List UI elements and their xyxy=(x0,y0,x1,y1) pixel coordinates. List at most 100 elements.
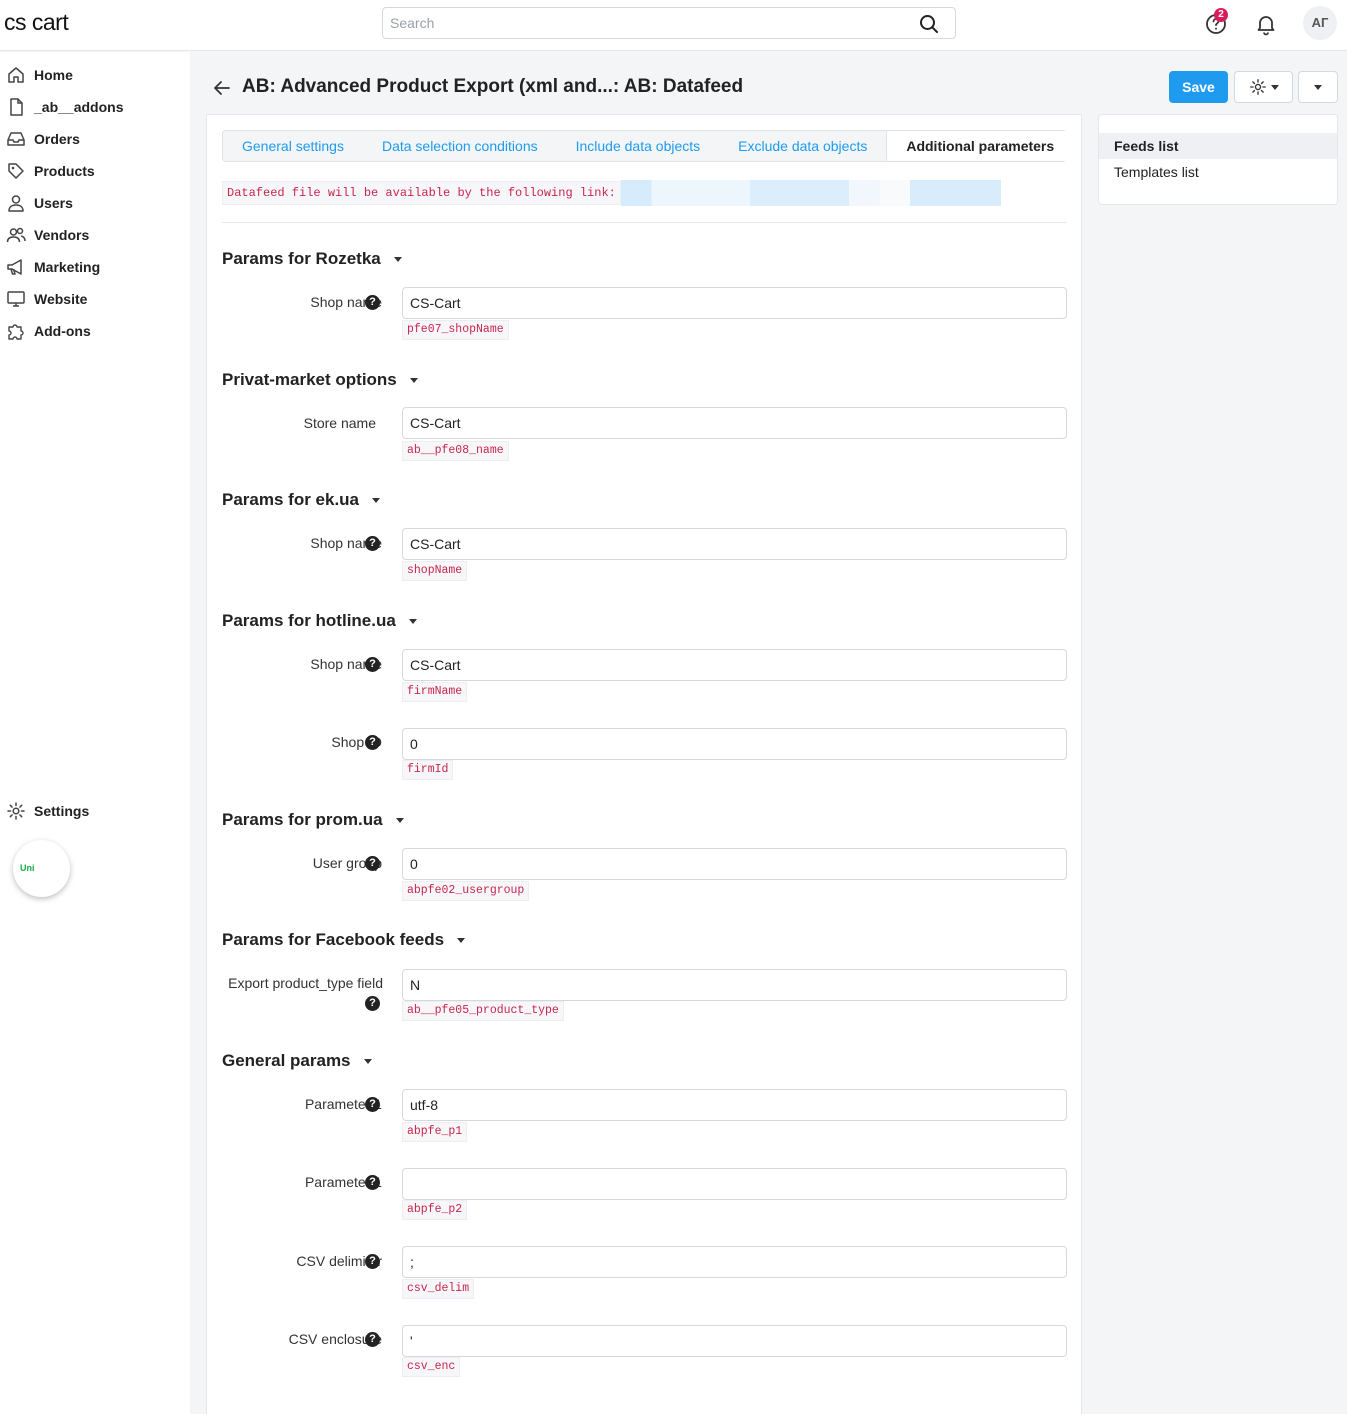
chevron-down-icon xyxy=(363,1058,372,1064)
sidebar-item-label: _ab__addons xyxy=(34,99,124,115)
save-button[interactable]: Save xyxy=(1169,71,1228,103)
notification-badge: 2 xyxy=(1214,8,1228,22)
templates-list-link[interactable]: Templates list xyxy=(1099,159,1337,185)
section-title: Params for hotline.ua xyxy=(222,611,396,630)
facebook-product-type-input[interactable] xyxy=(402,969,1067,1001)
chevron-down-icon xyxy=(372,497,381,503)
field-label: Store name xyxy=(303,415,376,431)
users-icon xyxy=(6,227,26,243)
section-header-prom-ua[interactable]: Params for prom.ua xyxy=(222,810,404,830)
help-icon[interactable]: ? xyxy=(365,856,380,871)
section-header-general-params[interactable]: General params xyxy=(222,1051,372,1071)
search-box[interactable] xyxy=(382,7,956,39)
section-header-facebook-feeds[interactable]: Params for Facebook feeds xyxy=(222,930,466,950)
hotline-shop-name-input[interactable] xyxy=(402,649,1067,681)
chevron-down-icon xyxy=(395,817,404,823)
sidebar-item-products[interactable]: Products xyxy=(6,159,95,183)
help-icon[interactable]: ? xyxy=(365,536,380,551)
help-icon[interactable]: ? xyxy=(365,1332,380,1347)
help-icon[interactable]: ? xyxy=(365,1175,380,1190)
param-key-tag: csv_delim xyxy=(402,1279,475,1299)
section-header-rozetka[interactable]: Params for Rozetka xyxy=(222,249,402,269)
top-bar: cs cart 2 АГ xyxy=(0,0,1347,51)
main-panel: General settings Data selection conditio… xyxy=(206,114,1082,1414)
monitor-icon xyxy=(7,291,25,307)
section-header-privat-market[interactable]: Privat-market options xyxy=(222,370,418,390)
chevron-down-icon xyxy=(457,937,466,943)
field-label: Shop ID xyxy=(331,734,382,750)
help-icon[interactable]: ? xyxy=(365,735,380,750)
tabs-bar: General settings Data selection conditio… xyxy=(222,130,1074,162)
sidebar-item-label: Vendors xyxy=(34,227,90,243)
sidebar-item-add-ons[interactable]: Add-ons xyxy=(6,319,91,343)
sidebar-item-label: Add-ons xyxy=(34,323,91,339)
sidebar-item-ab-addons[interactable]: _ab__addons xyxy=(6,95,123,119)
param-key-tag: abpfe02_usergroup xyxy=(402,881,530,901)
param-key-tag: firmName xyxy=(402,682,468,702)
sidebar-item-label: Products xyxy=(34,163,95,179)
settings-dropdown-button[interactable] xyxy=(1234,71,1293,103)
section-header-hotline-ua[interactable]: Params for hotline.ua xyxy=(222,611,417,631)
rozetka-shop-name-input[interactable] xyxy=(402,287,1067,319)
sidebar-item-label: Marketing xyxy=(34,259,101,275)
sidebar-item-users[interactable]: Users xyxy=(6,191,73,215)
ekua-shop-name-input[interactable] xyxy=(402,528,1067,560)
sidebar-item-orders[interactable]: Orders xyxy=(6,127,80,151)
section-title: Params for Facebook feeds xyxy=(222,930,445,949)
chevron-down-icon xyxy=(1314,84,1322,90)
chevron-down-icon xyxy=(1270,84,1279,90)
back-arrow-icon[interactable] xyxy=(212,78,232,98)
sidebar-item-settings[interactable]: Settings xyxy=(6,799,89,823)
hotline-shop-id-input[interactable] xyxy=(402,728,1067,760)
sidebar-item-website[interactable]: Website xyxy=(6,287,87,311)
tag-icon xyxy=(8,163,24,179)
parameter-1-input[interactable] xyxy=(402,1089,1067,1121)
param-key-tag: ab__pfe08_name xyxy=(402,441,509,461)
sidebar-item-label: Orders xyxy=(34,131,80,147)
tab-additional-parameters[interactable]: Additional parameters xyxy=(886,131,1074,161)
chevron-down-icon xyxy=(408,618,417,624)
chevron-down-icon xyxy=(409,377,418,383)
sidebar-item-vendors[interactable]: Vendors xyxy=(6,223,89,247)
field-label: User group xyxy=(312,855,382,871)
help-icon[interactable]: ? xyxy=(365,657,380,672)
param-key-tag: pfe07_shopName xyxy=(402,320,509,340)
privat-store-name-input[interactable] xyxy=(402,407,1067,439)
uni-widget-button[interactable]: Uni xyxy=(13,840,70,897)
section-title: Params for ek.ua xyxy=(222,490,360,509)
tab-general-settings[interactable]: General settings xyxy=(223,131,363,161)
divider xyxy=(222,222,1067,223)
help-icon[interactable]: ? xyxy=(365,1097,380,1112)
datafeed-link-text: Datafeed file will be available by the f… xyxy=(222,181,621,205)
tab-data-selection-conditions[interactable]: Data selection conditions xyxy=(363,131,557,161)
avatar[interactable]: АГ xyxy=(1303,6,1337,40)
help-icon[interactable]: ? xyxy=(365,295,380,310)
right-sidebar-panel: Feeds list Templates list xyxy=(1098,114,1338,205)
csv-enclosure-input[interactable] xyxy=(402,1325,1067,1357)
search-input[interactable] xyxy=(383,8,883,38)
sidebar-item-marketing[interactable]: Marketing xyxy=(6,255,100,279)
tab-exclude-data-objects[interactable]: Exclude data objects xyxy=(719,131,886,161)
field-label: Parameter 1 xyxy=(304,1096,382,1112)
cs-cart-logo[interactable]: cs cart xyxy=(4,9,69,36)
help-center-button[interactable]: 2 xyxy=(1204,8,1228,36)
search-icon[interactable] xyxy=(919,14,939,34)
help-icon[interactable]: ? xyxy=(365,996,380,1011)
section-header-ek-ua[interactable]: Params for ek.ua xyxy=(222,490,381,510)
field-label: Shop name xyxy=(310,294,382,310)
prom-user-group-input[interactable] xyxy=(402,848,1067,880)
parameter-2-input[interactable] xyxy=(402,1168,1067,1200)
gear-icon xyxy=(1249,79,1266,95)
csv-delimiter-input[interactable] xyxy=(402,1246,1067,1278)
feeds-list-link[interactable]: Feeds list xyxy=(1099,133,1337,159)
sidebar-item-label: Website xyxy=(34,291,88,307)
sidebar-item-home[interactable]: Home xyxy=(6,63,73,87)
page-title: AB: Advanced Product Export (xml and...:… xyxy=(242,76,744,97)
help-icon[interactable]: ? xyxy=(365,1254,380,1269)
puzzle-icon xyxy=(8,324,24,340)
more-actions-dropdown-button[interactable] xyxy=(1298,71,1338,103)
datafeed-link-redacted[interactable] xyxy=(620,180,1001,206)
tab-include-data-objects[interactable]: Include data objects xyxy=(557,131,720,161)
field-label: Shop name xyxy=(310,656,382,672)
notifications-button[interactable] xyxy=(1254,12,1278,36)
